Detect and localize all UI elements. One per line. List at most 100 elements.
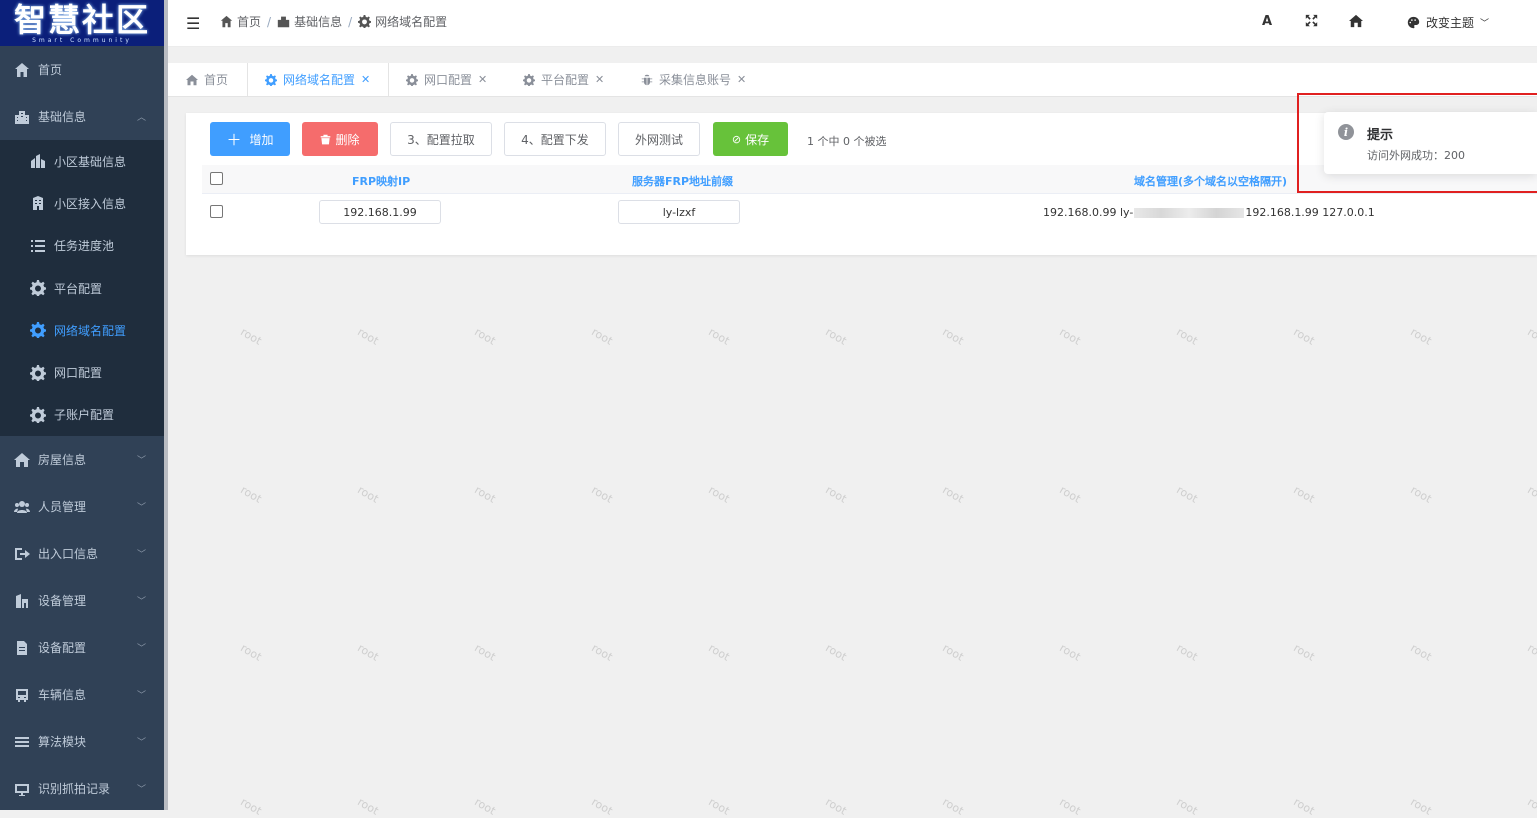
- delete-button[interactable]: 删除: [302, 122, 378, 156]
- logo: 智慧社区 Smart Community: [0, 0, 164, 46]
- chevron-down-icon: ﹀: [1480, 19, 1490, 29]
- sidebar-item-community-info[interactable]: 小区基础信息: [0, 140, 164, 182]
- close-icon[interactable]: ✕: [478, 73, 487, 86]
- watermark-text: root: [1291, 641, 1317, 664]
- frp-ip-input[interactable]: 192.168.1.99: [319, 200, 441, 224]
- sidebar-item-people[interactable]: 人员管理 ﹀: [0, 483, 164, 530]
- sidebar-item-exit-info[interactable]: 出入口信息 ﹀: [0, 530, 164, 577]
- watermark-text: root: [1174, 325, 1200, 348]
- hamburger-icon[interactable]: ☰: [186, 14, 200, 33]
- gear-icon: [358, 15, 372, 28]
- people-icon: [12, 498, 32, 516]
- sidebar-item-access-info[interactable]: 小区接入信息: [0, 182, 164, 224]
- tab-home[interactable]: 首页: [176, 63, 238, 96]
- select-all-checkbox[interactable]: [210, 172, 223, 185]
- watermark-text: root: [1525, 483, 1537, 506]
- watermark-text: root: [355, 325, 381, 348]
- sidebar-item-subaccount-config[interactable]: 子账户配置: [0, 394, 164, 436]
- breadcrumb-label: 基础信息: [294, 15, 343, 29]
- sidebar-item-platform-config[interactable]: 平台配置: [0, 267, 164, 309]
- chevron-up-icon: ︿: [136, 113, 146, 123]
- close-icon[interactable]: ✕: [361, 73, 370, 86]
- close-icon[interactable]: ✕: [737, 73, 746, 86]
- sidebar-item-basic-info[interactable]: 基础信息 ︿: [0, 93, 164, 140]
- gear-icon: [523, 73, 535, 86]
- watermark-text: root: [1291, 483, 1317, 506]
- add-button[interactable]: ＋ 增加: [210, 122, 290, 156]
- fullscreen-icon[interactable]: [1305, 14, 1318, 31]
- watermark-text: root: [1057, 641, 1083, 664]
- home-icon[interactable]: [1349, 14, 1363, 32]
- gear-icon: [265, 73, 277, 86]
- sidebar-item-port-config[interactable]: 网口配置: [0, 351, 164, 393]
- sidebar-item-vehicle-info[interactable]: 车辆信息 ﹀: [0, 671, 164, 718]
- building-icon: [12, 108, 32, 126]
- breadcrumb-basic-info[interactable]: 基础信息: [277, 13, 342, 30]
- watermark-text: root: [1291, 325, 1317, 348]
- watermark-text: root: [355, 795, 381, 818]
- breadcrumb-separator: /: [267, 14, 272, 29]
- breadcrumb-label: 网络域名配置: [375, 15, 448, 29]
- blurred-region: [1134, 208, 1245, 218]
- palette-icon: [1407, 16, 1420, 29]
- logo-title: 智慧社区: [13, 1, 150, 39]
- sidebar-item-label: 网口配置: [54, 366, 103, 381]
- sidebar-item-capture-records[interactable]: 识别抓拍记录 ﹀: [0, 765, 164, 810]
- sidebar-item-house-info[interactable]: 房屋信息 ﹀: [0, 436, 164, 483]
- domains-cell[interactable]: 192.168.0.99 ly- 192.168.1.99 127.0.0.1: [1043, 206, 1375, 219]
- close-icon[interactable]: ✕: [595, 73, 604, 86]
- sidebar-item-device-config[interactable]: 设备配置 ﹀: [0, 624, 164, 671]
- sidebar-item-label: 任务进度池: [54, 239, 115, 254]
- sidebar-item-task-pool[interactable]: 任务进度池: [0, 225, 164, 267]
- watermark-text: root: [1291, 795, 1317, 818]
- sidebar-item-label: 车辆信息: [38, 688, 87, 703]
- sidebar-item-domain-config[interactable]: 网络域名配置: [0, 309, 164, 351]
- tab-platform-config[interactable]: 平台配置 ✕: [513, 63, 614, 96]
- watermark-text: root: [1408, 641, 1434, 664]
- chevron-down-icon: ﹀: [136, 597, 146, 608]
- row-checkbox[interactable]: [210, 205, 223, 218]
- sidebar-item-device-management[interactable]: 设备管理 ﹀: [0, 577, 164, 624]
- watermark-text: root: [706, 641, 732, 664]
- theme-label: 改变主题: [1426, 16, 1475, 30]
- sidebar-item-label: 房屋信息: [38, 453, 87, 468]
- community-icon: [28, 152, 48, 170]
- save-button[interactable]: ⊘ 保存: [713, 122, 788, 156]
- watermark-text: root: [1408, 795, 1434, 818]
- config-push-button[interactable]: 4、配置下发: [504, 122, 606, 156]
- sidebar-item-label: 算法模块: [38, 735, 87, 750]
- watermark-text: root: [823, 641, 849, 664]
- selection-count: 1 个中 0 个被选: [807, 135, 887, 148]
- tab-domain-config[interactable]: 网络域名配置 ✕: [247, 63, 389, 96]
- breadcrumb-current: 网络域名配置: [358, 13, 447, 30]
- chevron-down-icon: ﹀: [136, 644, 146, 655]
- sidebar-item-label: 子账户配置: [54, 408, 115, 423]
- sidebar-item-home[interactable]: 首页: [0, 46, 164, 93]
- watermark-text: root: [238, 325, 264, 348]
- tab-port-config[interactable]: 网口配置 ✕: [396, 63, 497, 96]
- building-icon: [277, 16, 290, 28]
- chevron-down-icon: ﹀: [136, 738, 146, 749]
- watermark-text: root: [1525, 795, 1537, 818]
- watermark-text: root: [589, 483, 615, 506]
- watermark-text: root: [1174, 795, 1200, 818]
- tab-collect-account[interactable]: 采集信息账号 ✕: [631, 63, 756, 96]
- watermark-text: root: [706, 795, 732, 818]
- tab-label: 网口配置: [424, 73, 473, 87]
- watermark-text: root: [940, 641, 966, 664]
- sidebar-item-algorithm[interactable]: 算法模块 ﹀: [0, 718, 164, 765]
- font-size-button[interactable]: A: [1262, 14, 1272, 29]
- breadcrumb-home[interactable]: 首页: [220, 13, 261, 30]
- theme-switcher[interactable]: 改变主题 ﹀: [1407, 14, 1489, 31]
- sidebar-item-label: 首页: [38, 63, 63, 77]
- frp-prefix-input[interactable]: ly-lzxf: [618, 200, 740, 224]
- config-pull-button[interactable]: 3、配置拉取: [390, 122, 492, 156]
- sidebar-scrollbar[interactable]: [164, 0, 168, 810]
- external-test-button[interactable]: 外网测试: [618, 122, 700, 156]
- gear-icon: [28, 279, 48, 297]
- sidebar-item-label: 基础信息: [38, 110, 87, 124]
- highlight-box: [1297, 93, 1537, 193]
- watermark-text: root: [472, 325, 498, 348]
- gear-icon: [406, 73, 418, 86]
- watermark-text: root: [823, 483, 849, 506]
